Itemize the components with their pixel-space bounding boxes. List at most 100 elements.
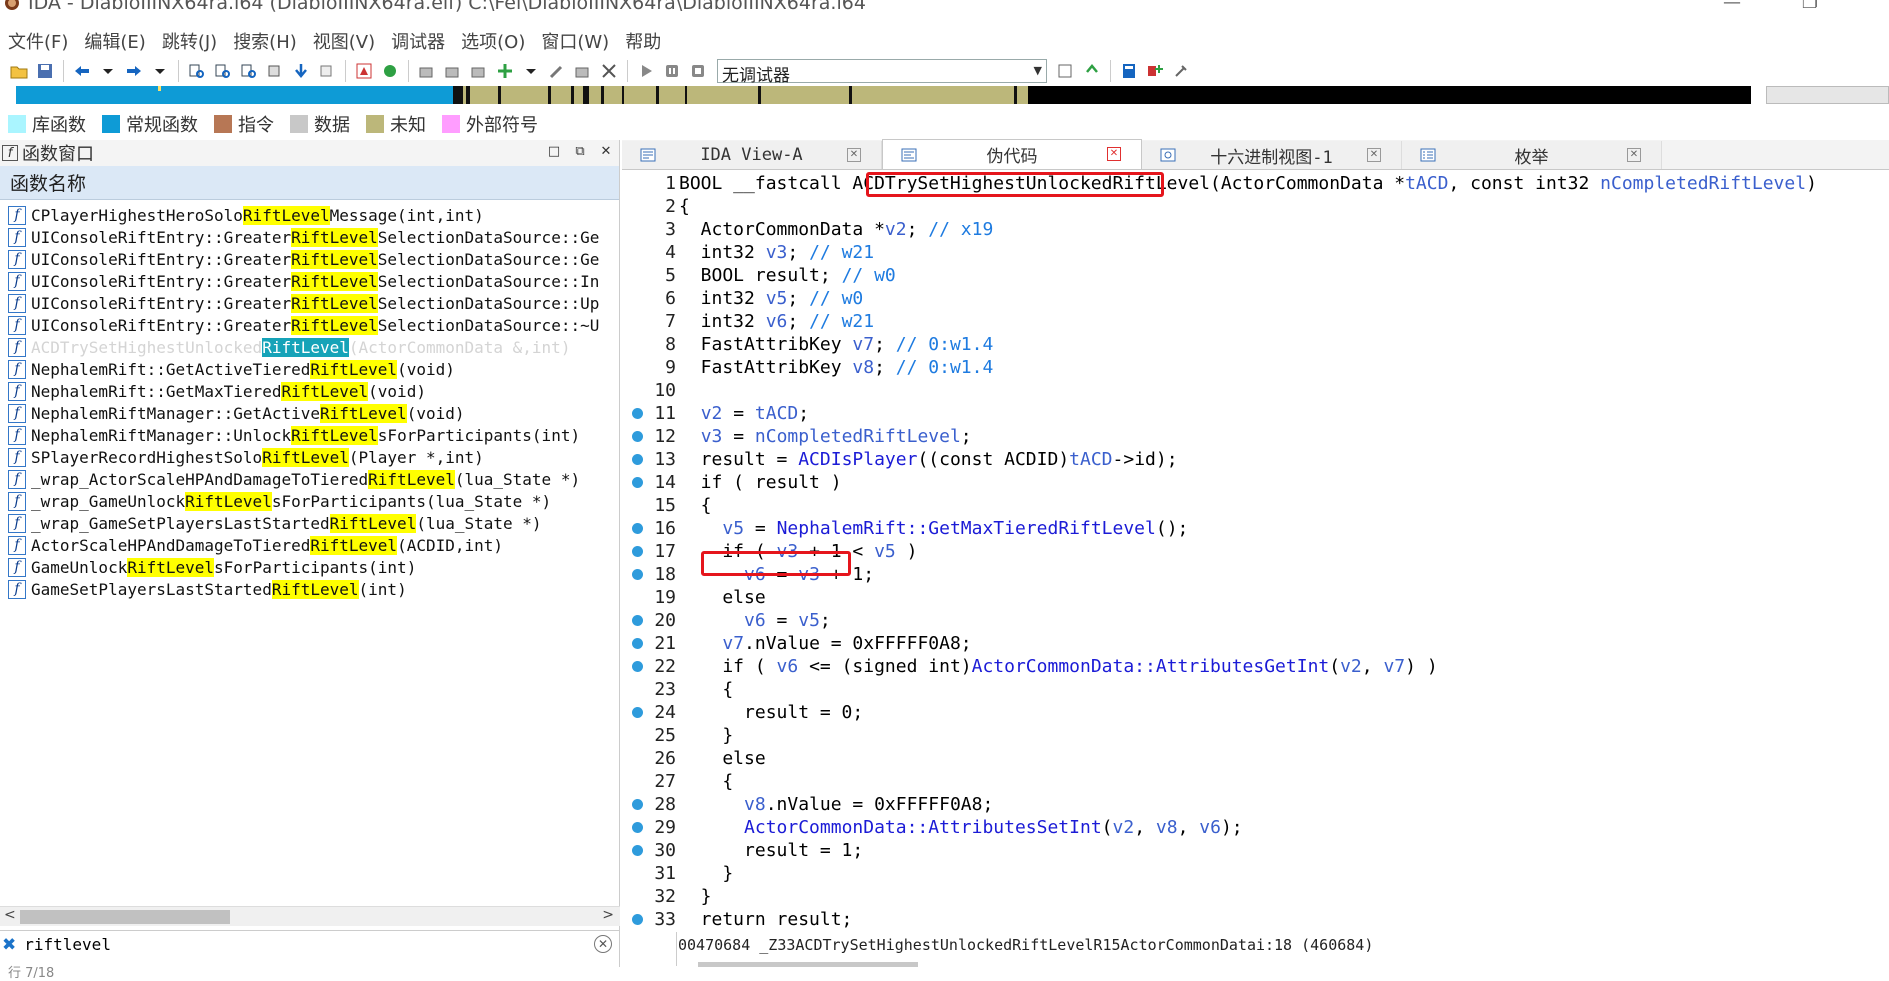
download-arrow-icon[interactable] — [290, 60, 312, 82]
function-list-item[interactable]: f UIConsoleRiftEntry::Greater RiftLevel Sel… — [0, 292, 619, 314]
code-line[interactable]: 30 result = 1; — [622, 839, 1889, 862]
add-dropdown-icon[interactable] — [520, 60, 542, 82]
breakpoint-dot-icon[interactable] — [632, 914, 643, 925]
attach-process-icon[interactable] — [1055, 60, 1077, 82]
code-line[interactable]: 6 int32 v5; // w0 — [622, 287, 1889, 310]
add-watch-icon[interactable] — [1144, 60, 1166, 82]
scrollbar-thumb[interactable] — [20, 910, 230, 924]
code-line[interactable]: 14 if ( result ) — [622, 471, 1889, 494]
pause-debug-icon[interactable] — [661, 60, 683, 82]
scroll-left-icon[interactable]: < — [4, 907, 16, 923]
close-panel-icon[interactable]: ✕ — [598, 144, 614, 160]
forward-arrow-icon[interactable] — [123, 60, 145, 82]
binary-search-icon[interactable] — [186, 60, 208, 82]
code-line[interactable]: 13 result = ACDIsPlayer((const ACDID)tAC… — [622, 448, 1889, 471]
function-list-item[interactable]: f NephalemRiftManager::Unlock RiftLevel sFo… — [0, 424, 619, 446]
breakpoint-dot-icon[interactable] — [632, 799, 643, 810]
menu-edit[interactable]: 编辑(E) — [76, 28, 153, 54]
function-list-item[interactable]: f SPlayerRecordHighestSolo RiftLevel (Playe… — [0, 446, 619, 468]
breakpoint-dot-icon[interactable] — [632, 477, 643, 488]
code-line[interactable]: 28 v8.nValue = 0xFFFFF0A8; — [622, 793, 1889, 816]
function-list-item[interactable]: f GameSetPlayersLastStarted RiftLevel (int) — [0, 578, 619, 600]
menu-view[interactable]: 视图(V) — [305, 28, 383, 54]
breakpoint-dot-icon[interactable] — [632, 707, 643, 718]
breakpoint-dot-icon[interactable] — [632, 408, 643, 419]
plugin-icon[interactable] — [1170, 60, 1192, 82]
stop-debug-icon[interactable] — [687, 60, 709, 82]
maximize-button[interactable]: ❐ — [1790, 0, 1830, 16]
make-string-icon[interactable] — [468, 60, 490, 82]
back-dropdown-icon[interactable] — [97, 60, 119, 82]
column-header-function-name[interactable]: 函数名称 — [0, 166, 619, 200]
breakpoint-dot-icon[interactable] — [632, 569, 643, 580]
tab-3[interactable]: 枚举 ✕ — [1402, 141, 1662, 169]
text-search-icon[interactable] — [212, 60, 234, 82]
breakpoint-dot-icon[interactable] — [632, 615, 643, 626]
breakpoint-dot-icon[interactable] — [632, 638, 643, 649]
save-icon[interactable] — [34, 60, 56, 82]
function-list-item[interactable]: f GameUnlock RiftLevel sForParticipants(int… — [0, 556, 619, 578]
breakpoint-dot-icon[interactable] — [632, 845, 643, 856]
function-list-item[interactable]: f NephalemRiftManager::GetActive RiftLevel… — [0, 402, 619, 424]
undefine-icon[interactable] — [598, 60, 620, 82]
breakpoint-dot-icon[interactable] — [632, 822, 643, 833]
navigation-band[interactable] — [16, 86, 1751, 104]
function-list-item[interactable]: f NephalemRift::GetActiveTiered RiftLevel(… — [0, 358, 619, 380]
function-list-item[interactable]: f ACDTrySetHighestUnlocked RiftLevel (Actor… — [0, 336, 619, 358]
code-line[interactable]: 10 — [622, 379, 1889, 402]
back-arrow-icon[interactable] — [71, 60, 93, 82]
close-tab-icon[interactable]: ✕ — [1367, 148, 1381, 162]
function-list-item[interactable]: f UIConsoleRiftEntry::Greater RiftLevel Sel… — [0, 248, 619, 270]
pseudocode-scrollbar-thumb[interactable] — [698, 962, 918, 967]
code-line[interactable]: 23 { — [622, 678, 1889, 701]
code-line[interactable]: 31 } — [622, 862, 1889, 885]
code-line[interactable]: 27 { — [622, 770, 1889, 793]
breakpoint-dot-icon[interactable] — [632, 546, 643, 557]
code-line[interactable]: 33 return result; — [622, 908, 1889, 931]
function-list-item[interactable]: f UIConsoleRiftEntry::Greater RiftLevel Sel… — [0, 226, 619, 248]
menu-help[interactable]: 帮助 — [617, 28, 669, 54]
close-filter-icon[interactable]: ✕ — [594, 935, 612, 953]
start-debug-icon[interactable] — [635, 60, 657, 82]
menu-file[interactable]: 文件(F) — [0, 28, 76, 54]
function-list-item[interactable]: f NephalemRift::GetMaxTiered RiftLevel (voi… — [0, 380, 619, 402]
function-list-item[interactable]: f _wrap_GameUnlock RiftLevel sForParticipan… — [0, 490, 619, 512]
breakpoint-dot-icon[interactable] — [632, 431, 643, 442]
code-line[interactable]: 2{ — [622, 195, 1889, 218]
code-line[interactable]: 12 v3 = nCompletedRiftLevel; — [622, 425, 1889, 448]
cross-reference-icon[interactable] — [316, 60, 338, 82]
close-tab-icon[interactable]: ✕ — [1107, 147, 1121, 161]
make-code-icon[interactable] — [416, 60, 438, 82]
code-line[interactable]: 3 ActorCommonData *v2; // x19 — [622, 218, 1889, 241]
code-line[interactable]: 15 { — [622, 494, 1889, 517]
horizontal-scrollbar[interactable]: < > — [0, 906, 620, 926]
tab-0[interactable]: IDA View-A ✕ — [622, 141, 882, 169]
menu-debugger[interactable]: 调试器 — [383, 28, 453, 54]
search-immediate-icon[interactable] — [264, 60, 286, 82]
pseudocode-view[interactable]: 1 BOOL __fastcall ACDTrySetHighestUnlocke… — [622, 172, 1889, 932]
close-tab-icon[interactable]: ✕ — [1627, 148, 1641, 162]
tab-2[interactable]: 十六进制视图-1 ✕ — [1142, 141, 1402, 169]
code-line[interactable]: 26 else — [622, 747, 1889, 770]
search-next-icon[interactable] — [238, 60, 260, 82]
float-panel-icon[interactable]: ⧉ — [572, 144, 588, 160]
code-line[interactable]: 22 if ( v6 <= (signed int)ActorCommonDat… — [622, 655, 1889, 678]
debugger-select[interactable]: 无调试器 ▼ — [717, 59, 1047, 86]
detach-process-icon[interactable] — [1081, 60, 1103, 82]
restore-panel-icon[interactable]: □ — [546, 144, 562, 160]
code-line[interactable]: 29 ActorCommonData::AttributesSetInt(v2,… — [622, 816, 1889, 839]
code-line[interactable]: 7 int32 v6; // w21 — [622, 310, 1889, 333]
forward-dropdown-icon[interactable] — [149, 60, 171, 82]
filter-input[interactable] — [24, 935, 595, 954]
tab-1[interactable]: 伪代码 ✕ — [882, 139, 1142, 169]
menu-windows[interactable]: 窗口(W) — [533, 28, 617, 54]
calculator-icon[interactable] — [1118, 60, 1140, 82]
green-circle-icon[interactable] — [379, 60, 401, 82]
code-line[interactable]: 20 v6 = v5; — [622, 609, 1889, 632]
code-line[interactable]: 4 int32 v3; // w21 — [622, 241, 1889, 264]
breakpoint-dot-icon[interactable] — [632, 523, 643, 534]
code-line[interactable]: 8 FastAttribKey v7; // 0:w1.4 — [622, 333, 1889, 356]
graph-mode-icon[interactable] — [353, 60, 375, 82]
code-line[interactable]: 32 } — [622, 885, 1889, 908]
navigation-band-overview[interactable] — [1766, 86, 1889, 104]
